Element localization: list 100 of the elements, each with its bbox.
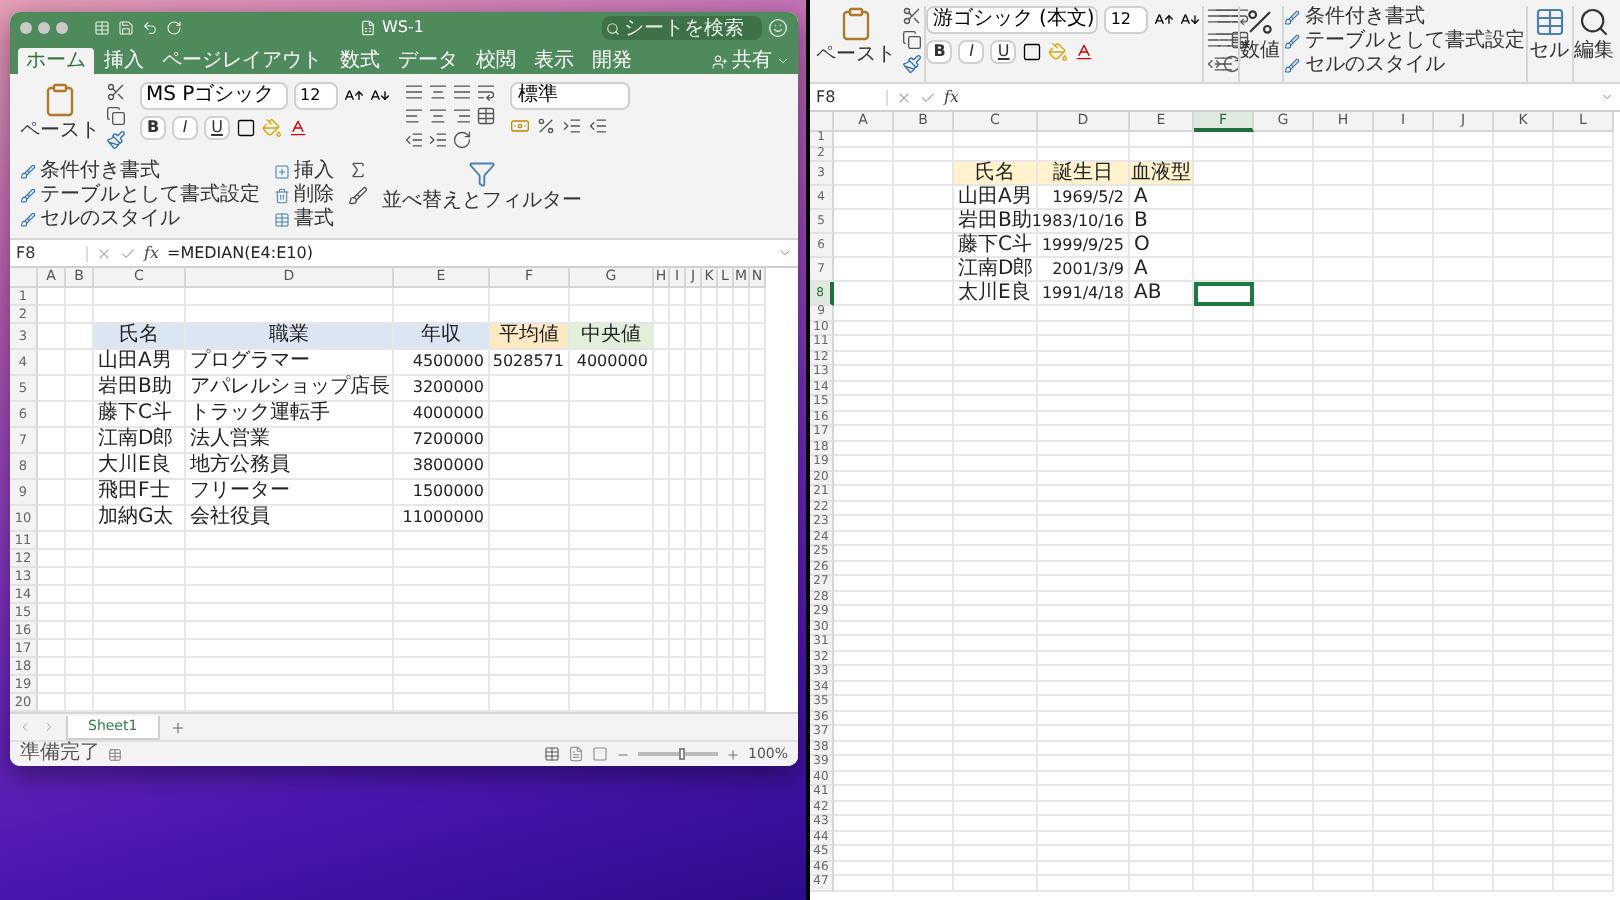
number-format-field[interactable]: 標準: [510, 82, 630, 110]
account-icon[interactable]: [768, 18, 788, 38]
enter-icon[interactable]: [920, 89, 936, 105]
function-button[interactable]: fx: [144, 245, 159, 261]
document-icon[interactable]: [360, 20, 377, 36]
cells-menu-button[interactable]: 書式: [294, 208, 334, 230]
wrap-text-icon[interactable]: [476, 82, 496, 102]
merge-icon[interactable]: [476, 106, 496, 126]
collapse-icon[interactable]: [776, 54, 790, 68]
font-name-field[interactable]: 游ゴシック (本文): [926, 6, 1099, 34]
style-menu-button[interactable]: テーブルとして書式設定: [40, 184, 260, 206]
indent-decrease-icon[interactable]: [1205, 54, 1226, 74]
underline-button[interactable]: U: [990, 40, 1017, 64]
paste-icon[interactable]: [42, 82, 78, 118]
indent-increase-icon[interactable]: [428, 130, 448, 150]
format-painter-icon[interactable]: [902, 54, 922, 74]
editing-button[interactable]: 編集: [1574, 42, 1614, 62]
expand-icon[interactable]: [1600, 90, 1614, 104]
ribbon-tab[interactable]: 数式: [332, 48, 388, 74]
fill-color-icon[interactable]: [1048, 42, 1069, 62]
font-name-field[interactable]: MS Pゴシック: [140, 82, 288, 110]
undo-icon[interactable]: [142, 20, 158, 36]
cut-icon[interactable]: [902, 6, 922, 26]
insert-cells-icon[interactable]: [274, 163, 290, 179]
cancel-icon[interactable]: [896, 89, 912, 105]
ribbon-tab[interactable]: ホーム: [18, 48, 94, 74]
style-menu-button[interactable]: テーブルとして書式設定: [1304, 30, 1525, 52]
indent-increase-icon[interactable]: [1213, 54, 1234, 74]
autosum-icon[interactable]: [348, 160, 368, 180]
number-format-button[interactable]: 数値: [1240, 42, 1281, 62]
paste-button[interactable]: ペースト: [816, 46, 896, 66]
share-icon[interactable]: [712, 53, 728, 69]
ribbon-tab[interactable]: 表示: [526, 48, 582, 74]
zoom-in-icon[interactable]: [725, 747, 740, 761]
slider-thumb[interactable]: [678, 748, 685, 760]
cells-button[interactable]: セル: [1529, 42, 1570, 62]
indent-decrease-icon[interactable]: [404, 130, 424, 150]
add-sheet-icon[interactable]: [169, 719, 186, 735]
font-color-icon[interactable]: [1074, 42, 1095, 62]
style-icon[interactable]: [1284, 57, 1301, 73]
normal-view-icon[interactable]: [543, 746, 560, 762]
formula-field[interactable]: =MEDIAN(E4:E10): [166, 245, 770, 261]
align-center-icon[interactable]: [1213, 30, 1234, 50]
style-icon[interactable]: [1284, 33, 1301, 49]
name-box[interactable]: F8: [816, 89, 888, 105]
decrease-font-icon[interactable]: [370, 86, 390, 106]
font-size-field[interactable]: 12: [1104, 6, 1149, 34]
decrease-decimal-icon[interactable]: [588, 116, 608, 136]
paste-button[interactable]: ペースト: [20, 122, 100, 142]
save-icon[interactable]: [118, 20, 134, 36]
cells-menu-button[interactable]: 挿入: [294, 160, 334, 182]
align-top-icon[interactable]: [404, 82, 424, 102]
style-icon[interactable]: [20, 211, 36, 227]
delete-cells-icon[interactable]: [274, 187, 290, 203]
border-icon[interactable]: [1022, 42, 1043, 62]
bold-button[interactable]: B: [140, 116, 166, 140]
increase-font-icon[interactable]: [1154, 10, 1175, 30]
underline-button[interactable]: U: [204, 116, 230, 140]
align-middle-icon[interactable]: [428, 82, 448, 102]
italic-button[interactable]: I: [958, 40, 985, 64]
increase-font-icon[interactable]: [344, 86, 364, 106]
copy-icon[interactable]: [106, 106, 126, 126]
cancel-icon[interactable]: [96, 245, 112, 261]
percent-icon[interactable]: [1244, 6, 1277, 38]
font-color-icon[interactable]: [288, 118, 308, 138]
fill-color-icon[interactable]: [262, 118, 282, 138]
style-icon[interactable]: [20, 187, 36, 203]
accessibility-icon[interactable]: [108, 747, 122, 761]
style-menu-button[interactable]: 条件付き書式: [40, 160, 160, 182]
sort-filter-button[interactable]: 並べ替えとフィルター: [382, 192, 582, 212]
paste-icon[interactable]: [838, 6, 874, 42]
sidebar-icon[interactable]: [94, 20, 110, 36]
sort-filter-icon[interactable]: [468, 160, 496, 188]
style-icon[interactable]: [1284, 9, 1301, 25]
search-field[interactable]: シートを検索: [602, 16, 762, 40]
align-left-icon[interactable]: [404, 106, 424, 126]
cells-icon[interactable]: [1533, 6, 1566, 38]
ribbon-tab[interactable]: 開発: [584, 48, 640, 74]
ribbon-tab[interactable]: 挿入: [96, 48, 152, 74]
style-menu-button[interactable]: セルのスタイル: [1304, 54, 1445, 76]
format-painter-icon[interactable]: [106, 130, 126, 150]
format-cells-icon[interactable]: [274, 211, 290, 227]
copy-icon[interactable]: [902, 30, 922, 50]
bold-button[interactable]: B: [926, 40, 953, 64]
enter-icon[interactable]: [120, 245, 136, 261]
decrease-font-icon[interactable]: [1180, 10, 1201, 30]
increase-decimal-icon[interactable]: [562, 116, 582, 136]
share-button[interactable]: 共有: [732, 51, 772, 71]
expand-icon[interactable]: [778, 246, 792, 260]
italic-button[interactable]: I: [172, 116, 198, 140]
function-button[interactable]: fx: [944, 89, 959, 105]
font-size-field[interactable]: 12: [294, 82, 338, 110]
redo-icon[interactable]: [166, 20, 182, 36]
page-layout-icon[interactable]: [567, 746, 584, 762]
orientation-icon[interactable]: [452, 130, 472, 150]
clear-icon[interactable]: [348, 186, 368, 206]
percent-icon[interactable]: [536, 116, 556, 136]
cells-menu-button[interactable]: 削除: [294, 184, 334, 206]
search-icon[interactable]: [1578, 6, 1610, 38]
ribbon-tab[interactable]: ページレイアウト: [154, 48, 330, 74]
